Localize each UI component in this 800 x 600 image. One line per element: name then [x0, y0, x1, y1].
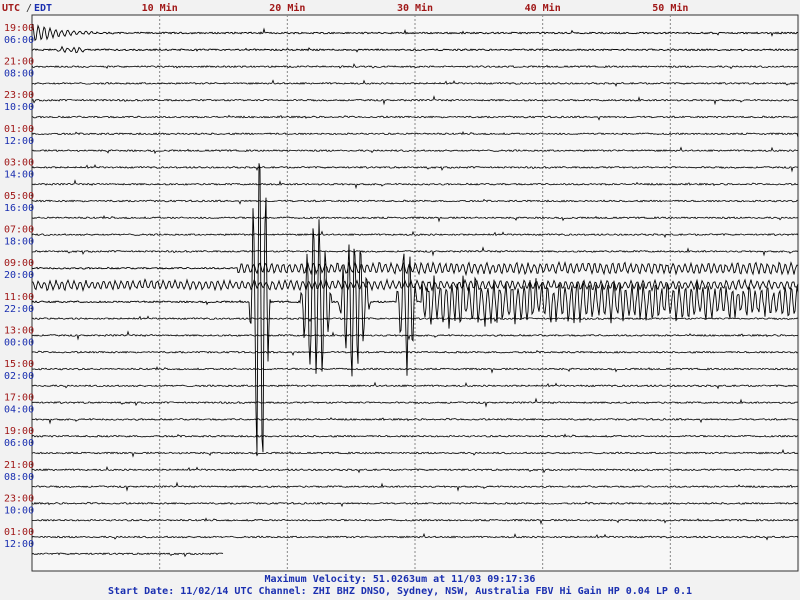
start-info-text: Start Date: 11/02/14 UTC Channel: ZHI BH…	[108, 585, 692, 597]
hour-label-local: 12:00	[4, 539, 34, 550]
hour-label-local: 10:00	[4, 505, 34, 516]
hour-label-utc: 13:00	[4, 325, 34, 336]
hour-label-local: 08:00	[4, 69, 34, 80]
hour-label-utc: 17:00	[4, 393, 34, 404]
hour-label-local: 16:00	[4, 203, 34, 214]
minute-tick-label: 50 Min	[652, 2, 688, 14]
hour-label-local: 02:00	[4, 371, 34, 382]
hour-label-local: 18:00	[4, 237, 34, 248]
header-separator: /	[26, 3, 32, 14]
hour-label-utc: 01:00	[4, 527, 34, 538]
hour-label-utc: 19:00	[4, 426, 34, 437]
minute-tick-label: 20 Min	[269, 2, 305, 14]
hour-label-utc: 23:00	[4, 493, 34, 504]
hour-label-utc: 21:00	[4, 57, 34, 68]
hour-label-local: 14:00	[4, 169, 34, 180]
hour-label-utc: 09:00	[4, 258, 34, 269]
hour-label-local: 10:00	[4, 102, 34, 113]
max-velocity-text: Maximum Velocity: 51.0263um at 11/03 09:…	[265, 573, 536, 585]
hour-label-local: 06:00	[4, 438, 34, 449]
hour-label-local: 20:00	[4, 270, 34, 281]
seismogram-chart: UTC / EDT 10 Min 20 Min 30 Min 40 Min 50 Min…	[2, 2, 799, 597]
edt-header: EDT	[34, 3, 52, 14]
hour-label-local: 04:00	[4, 405, 34, 416]
minute-tick-label: 40 Min	[525, 2, 561, 14]
hour-label-utc: 23:00	[4, 90, 34, 101]
hour-label-utc: 19:00	[4, 23, 34, 34]
hour-label-local: 06:00	[4, 35, 34, 46]
hour-label-utc: 11:00	[4, 292, 34, 303]
hour-label-utc: 01:00	[4, 124, 34, 135]
minute-tick-label: 30 Min	[397, 2, 433, 14]
hour-label-local: 12:00	[4, 136, 34, 147]
hour-label-utc: 05:00	[4, 191, 34, 202]
hour-label-local: 08:00	[4, 472, 34, 483]
utc-header: UTC	[2, 3, 20, 14]
hour-label-utc: 21:00	[4, 460, 34, 471]
hour-label-utc: 07:00	[4, 225, 34, 236]
hour-label-local: 00:00	[4, 337, 34, 348]
hour-label-utc: 03:00	[4, 157, 34, 168]
hour-label-local: 22:00	[4, 304, 34, 315]
hour-labels: 19:0006:0021:0008:0023:0010:0001:0012:00…	[4, 23, 34, 550]
minute-labels: 10 Min 20 Min 30 Min 40 Min 50 Min	[142, 2, 689, 14]
hour-label-utc: 15:00	[4, 359, 34, 370]
minute-tick-label: 10 Min	[142, 2, 178, 14]
